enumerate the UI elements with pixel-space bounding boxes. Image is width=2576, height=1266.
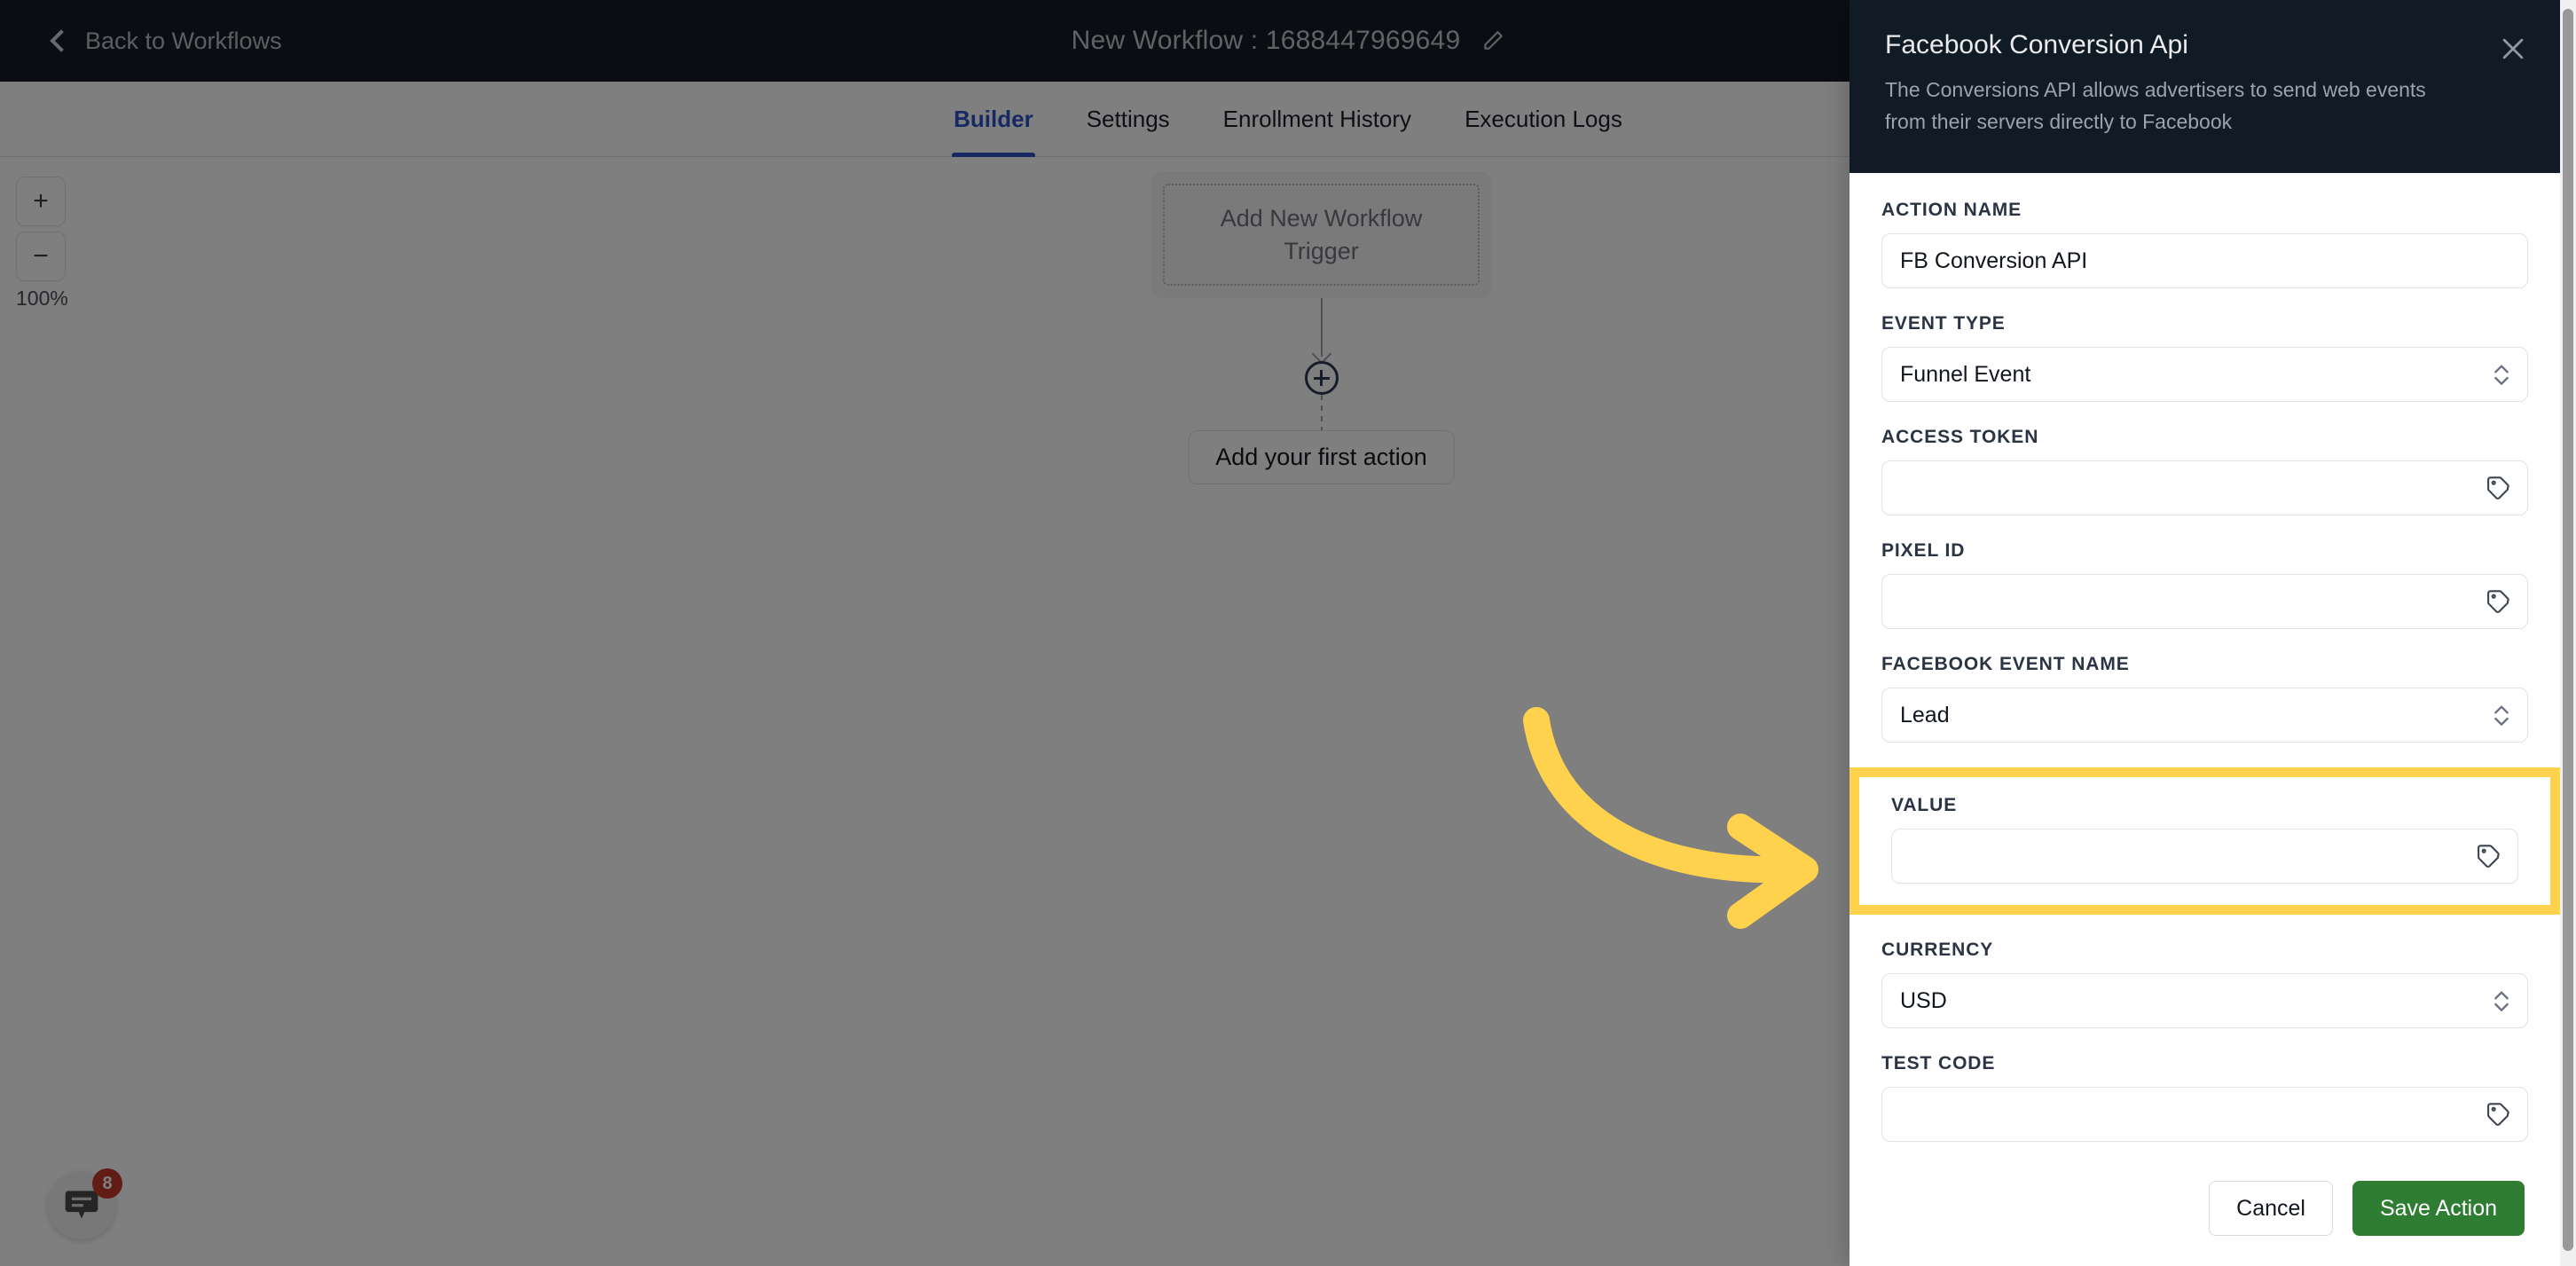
field-pixel-id: PIXEL ID bbox=[1850, 540, 2560, 630]
field-currency-label: CURRENCY bbox=[1881, 940, 1994, 961]
tab-enrollment-history-label: Enrollment History bbox=[1222, 105, 1412, 132]
chevron-updown-icon bbox=[2492, 701, 2511, 729]
field-facebook-event-name: FACEBOOK EVENT NAME Lead bbox=[1850, 654, 2560, 743]
page-scrollbar-track[interactable] bbox=[2560, 0, 2576, 1266]
currency-select[interactable]: USD bbox=[1881, 973, 2528, 1029]
add-step-plus-icon[interactable] bbox=[1304, 361, 1339, 395]
tab-settings-label: Settings bbox=[1086, 105, 1170, 132]
event-type-select[interactable]: Funnel Event bbox=[1881, 347, 2528, 403]
back-to-workflows-link[interactable]: Back to Workflows bbox=[50, 27, 282, 55]
field-value: VALUE bbox=[1859, 777, 2550, 905]
currency-value: USD bbox=[1900, 987, 1947, 1013]
chevron-updown-icon bbox=[2492, 987, 2511, 1015]
field-facebook-event-name-label: FACEBOOK EVENT NAME bbox=[1881, 654, 2130, 675]
cancel-button[interactable]: Cancel bbox=[2209, 1181, 2333, 1236]
tab-settings[interactable]: Settings bbox=[1060, 82, 1197, 157]
tab-execution-logs-label: Execution Logs bbox=[1465, 105, 1622, 132]
panel-footer: Cancel Save Action bbox=[1850, 1158, 2560, 1266]
action-name-input[interactable]: FB Conversion API bbox=[1881, 233, 2528, 289]
field-test-code-label: TEST CODE bbox=[1881, 1053, 1996, 1074]
panel-title: Facebook Conversion Api bbox=[1885, 30, 2188, 59]
value-input[interactable] bbox=[1891, 829, 2518, 885]
save-action-button[interactable]: Save Action bbox=[2352, 1181, 2525, 1236]
panel-subtitle: The Conversions API allows advertisers t… bbox=[1885, 78, 2426, 133]
pencil-icon[interactable] bbox=[1481, 29, 1504, 52]
facebook-event-name-value: Lead bbox=[1900, 702, 1950, 727]
zoom-in-label: + bbox=[33, 186, 49, 216]
tab-builder[interactable]: Builder bbox=[927, 82, 1060, 157]
field-event-type-label: EVENT TYPE bbox=[1881, 313, 2006, 334]
action-settings-panel: Facebook Conversion Api The Conversions … bbox=[1850, 0, 2560, 1266]
add-workflow-trigger-card[interactable]: Add New Workflow Trigger bbox=[1151, 171, 1492, 298]
back-to-workflows-label: Back to Workflows bbox=[85, 27, 282, 54]
tab-execution-logs[interactable]: Execution Logs bbox=[1438, 82, 1649, 157]
add-first-action-button[interactable]: Add your first action bbox=[1188, 430, 1455, 484]
chevron-updown-icon bbox=[2492, 360, 2511, 389]
workflow-node-group: Add New Workflow Trigger Add your first … bbox=[1151, 171, 1492, 484]
field-access-token-label: ACCESS TOKEN bbox=[1881, 427, 2039, 448]
tag-icon[interactable] bbox=[2486, 589, 2511, 614]
panel-body: ACTION NAME FB Conversion API EVENT TYPE… bbox=[1850, 173, 2560, 1158]
zoom-out-button[interactable]: − bbox=[16, 232, 66, 281]
chat-unread-badge: 8 bbox=[92, 1168, 122, 1199]
access-token-input[interactable] bbox=[1881, 460, 2528, 516]
add-workflow-trigger-label: Add New Workflow Trigger bbox=[1163, 184, 1480, 286]
field-action-name-label: ACTION NAME bbox=[1881, 200, 2022, 221]
page-scrollbar-thumb[interactable] bbox=[2563, 9, 2573, 1251]
tag-icon[interactable] bbox=[2486, 1102, 2511, 1127]
page-title: New Workflow : 1688447969649 bbox=[1071, 26, 1461, 55]
field-access-token: ACCESS TOKEN bbox=[1850, 427, 2560, 516]
action-name-value: FB Conversion API bbox=[1900, 248, 2088, 273]
tag-icon[interactable] bbox=[2477, 844, 2501, 869]
node-dashed-connector bbox=[1320, 395, 1323, 434]
test-code-input[interactable] bbox=[1881, 1087, 2528, 1143]
zoom-out-label: − bbox=[33, 241, 49, 271]
zoom-level-label: 100% bbox=[16, 287, 68, 310]
close-icon[interactable] bbox=[2498, 34, 2528, 64]
tag-icon[interactable] bbox=[2486, 476, 2511, 500]
tab-builder-label: Builder bbox=[954, 105, 1033, 132]
zoom-in-button[interactable]: + bbox=[16, 177, 66, 226]
panel-header: Facebook Conversion Api The Conversions … bbox=[1850, 0, 2560, 174]
field-pixel-id-label: PIXEL ID bbox=[1881, 540, 1966, 562]
value-field-highlight: VALUE bbox=[1850, 767, 2560, 916]
pixel-id-input[interactable] bbox=[1881, 574, 2528, 630]
chevron-left-icon bbox=[50, 29, 73, 52]
field-event-type: EVENT TYPE Funnel Event bbox=[1850, 313, 2560, 403]
facebook-event-name-select[interactable]: Lead bbox=[1881, 688, 2528, 743]
field-value-label: VALUE bbox=[1891, 795, 1958, 816]
field-action-name: ACTION NAME FB Conversion API bbox=[1850, 200, 2560, 289]
field-test-code: TEST CODE bbox=[1850, 1053, 2560, 1143]
chat-widget-button[interactable]: 8 bbox=[48, 1168, 122, 1239]
event-type-value: Funnel Event bbox=[1900, 361, 2031, 387]
zoom-controls: + − 100% bbox=[16, 177, 87, 311]
tab-enrollment-history[interactable]: Enrollment History bbox=[1197, 82, 1438, 157]
field-currency: CURRENCY USD bbox=[1850, 940, 2560, 1029]
